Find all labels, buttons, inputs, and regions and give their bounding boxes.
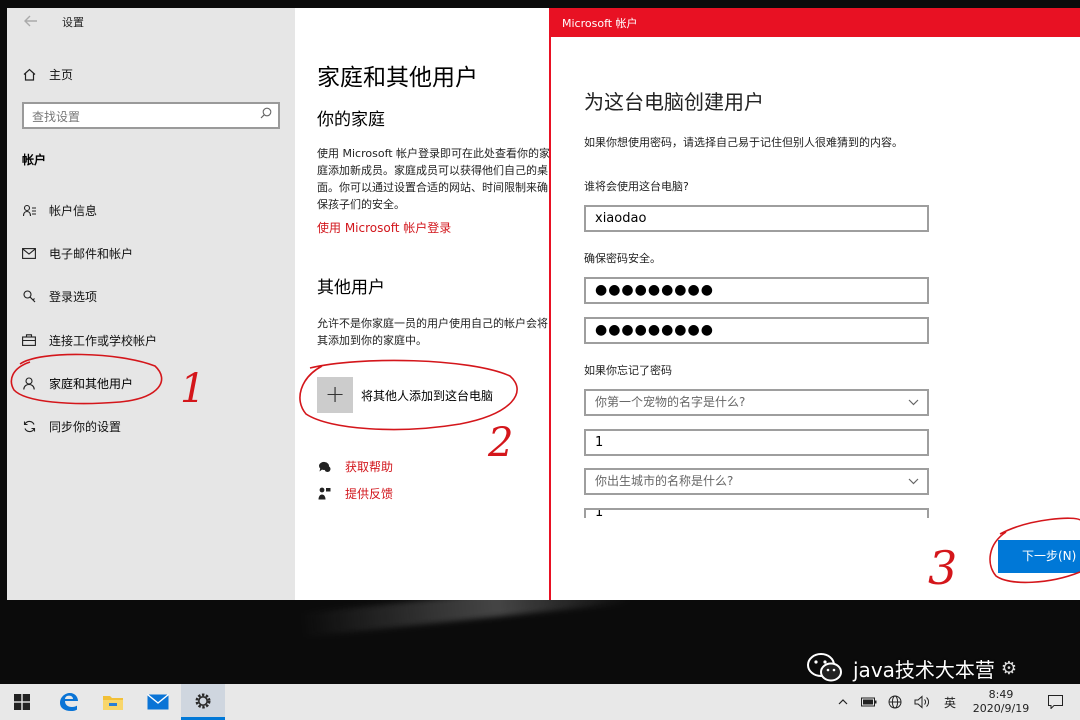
person-icon	[22, 376, 36, 390]
edge-icon	[60, 693, 78, 711]
search-placeholder: 查找设置	[32, 110, 81, 124]
sidebar-item-email-accounts[interactable]: 电子邮件和帐户	[7, 235, 295, 271]
clock-time: 8:49	[988, 688, 1014, 701]
sidebar-item-label: 登录选项	[49, 289, 98, 304]
settings-content: 家庭和其他用户 你的家庭 使用 Microsoft 帐户登录即可在此处查看你的家…	[295, 8, 550, 600]
get-help-label: 获取帮助	[345, 460, 394, 474]
security-question-1-value: 你第一个宠物的名字是什么?	[595, 395, 746, 409]
password-field[interactable]: ●●●●●●●●●	[584, 277, 929, 304]
chevron-up-icon	[838, 699, 848, 705]
tray-overflow-button[interactable]	[834, 684, 852, 720]
battery-button[interactable]	[860, 684, 878, 720]
sidebar-item-label: 帐户信息	[49, 203, 98, 218]
security-question-2-select[interactable]: 你出生城市的名称是什么?	[584, 468, 929, 495]
taskbar: 英 8:49 2020/9/19	[0, 684, 1080, 720]
file-explorer-taskbar-button[interactable]	[91, 684, 135, 720]
mail-taskbar-button[interactable]	[136, 684, 180, 720]
mail-icon	[22, 246, 36, 260]
clock[interactable]: 8:49 2020/9/19	[966, 684, 1036, 720]
notification-icon	[1047, 695, 1063, 709]
feedback-icon	[317, 487, 331, 501]
section-title: 帐户	[22, 153, 47, 167]
get-help-link[interactable]: 获取帮助	[317, 458, 393, 475]
key-icon	[22, 289, 36, 303]
wechat-logo-icon	[807, 653, 842, 682]
family-description: 使用 Microsoft 帐户登录即可在此处查看你的家庭添加新成员。家庭成员可以…	[317, 147, 550, 211]
volume-button[interactable]	[912, 684, 932, 720]
settings-window: 设置 主页 查找设置 帐户 帐户信息 电子邮件和帐户 登录选项 连接工作或学校帐…	[7, 8, 550, 600]
app-title: 设置	[62, 16, 84, 29]
family-heading: 你的家庭	[317, 110, 385, 130]
other-users-description: 允许不是你家庭一员的用户使用自己的帐户会将其添加到你的家庭中。	[317, 317, 548, 347]
microsoft-account-dialog: Microsoft 帐户 为这台电脑创建用户 如果你想使用密码，请选择自己易于记…	[549, 8, 1080, 600]
feedback-label: 提供反馈	[345, 487, 394, 501]
security-question-2-value: 你出生城市的名称是什么?	[595, 474, 734, 488]
sidebar-item-label: 电子邮件和帐户	[49, 246, 134, 261]
sidebar-item-home[interactable]: 主页	[7, 56, 295, 92]
security-answer-1-field[interactable]: 1	[584, 429, 929, 456]
account-info-icon	[22, 203, 36, 217]
chevron-down-icon	[908, 391, 919, 414]
confirm-password-field[interactable]: ●●●●●●●●●	[584, 317, 929, 344]
add-other-user-button[interactable]: + 将其他人添加到这台电脑	[317, 377, 493, 413]
security-question-1-select[interactable]: 你第一个宠物的名字是什么?	[584, 389, 929, 416]
search-icon	[260, 107, 272, 122]
back-arrow-icon	[24, 15, 37, 27]
home-icon	[22, 67, 36, 81]
username-field[interactable]: xiaodao	[584, 205, 929, 232]
settings-taskbar-button[interactable]	[181, 684, 225, 720]
sidebar-item-sign-in-options[interactable]: 登录选项	[7, 278, 295, 314]
sidebar-item-sync[interactable]: 同步你的设置	[7, 408, 295, 444]
settings-titlebar: 设置	[7, 8, 295, 36]
globe-icon	[888, 695, 902, 709]
start-icon	[14, 694, 30, 710]
sidebar-item-label: 家庭和其他用户	[49, 376, 134, 391]
microsoft-signin-link[interactable]: 使用 Microsoft 帐户登录	[317, 219, 451, 236]
action-center-button[interactable]	[1040, 684, 1070, 720]
sidebar-item-work-school[interactable]: 连接工作或学校帐户	[7, 322, 295, 358]
file-explorer-icon	[103, 696, 123, 710]
security-answer-2-field[interactable]: 1	[584, 508, 929, 518]
security-questions-label: 如果你忘记了密码	[584, 364, 672, 377]
page-title: 家庭和其他用户	[317, 65, 478, 91]
briefcase-icon	[22, 333, 36, 347]
network-button[interactable]	[886, 684, 904, 720]
sync-icon	[22, 419, 36, 433]
sidebar-item-label: 同步你的设置	[49, 419, 122, 434]
edge-taskbar-button[interactable]	[46, 684, 90, 720]
sidebar-item-family-other-users[interactable]: 家庭和其他用户	[7, 365, 295, 401]
dialog-titlebar: Microsoft 帐户	[551, 8, 1080, 37]
settings-sidebar: 设置 主页 查找设置 帐户 帐户信息 电子邮件和帐户 登录选项 连接工作或学校帐…	[7, 8, 295, 600]
gear-icon: ⚙	[1000, 657, 1018, 679]
start-button[interactable]	[0, 684, 44, 720]
mail-icon	[147, 694, 169, 710]
battery-icon	[861, 697, 877, 707]
plus-icon: +	[317, 377, 353, 413]
other-users-heading: 其他用户	[317, 278, 385, 298]
dialog-title: Microsoft 帐户	[562, 17, 638, 30]
add-user-label: 将其他人添加到这台电脑	[361, 388, 494, 403]
input-method-indicator[interactable]: 英	[940, 684, 960, 720]
speaker-icon	[914, 695, 929, 709]
username-label: 谁将会使用这台电脑?	[584, 180, 689, 193]
settings-icon	[195, 693, 211, 708]
back-button[interactable]	[21, 12, 41, 32]
watermark-text: java技术大本营	[853, 657, 995, 682]
chevron-down-icon	[908, 470, 919, 493]
watermark: java技术大本营 ⚙	[805, 650, 1017, 686]
sidebar-item-account-info[interactable]: 帐户信息	[7, 192, 295, 228]
sidebar-item-label: 连接工作或学校帐户	[49, 333, 158, 348]
dialog-intro: 如果你想使用密码，请选择自己易于记住但别人很难猜到的内容。	[584, 136, 903, 149]
password-label: 确保密码安全。	[584, 252, 661, 265]
search-input[interactable]: 查找设置	[22, 102, 280, 129]
dialog-heading: 为这台电脑创建用户	[584, 90, 764, 114]
sidebar-item-label: 主页	[49, 67, 74, 82]
next-button[interactable]: 下一步(N)	[998, 540, 1080, 573]
chat-help-icon	[317, 460, 331, 474]
clock-date: 2020/9/19	[972, 702, 1030, 715]
feedback-link[interactable]: 提供反馈	[317, 485, 393, 502]
